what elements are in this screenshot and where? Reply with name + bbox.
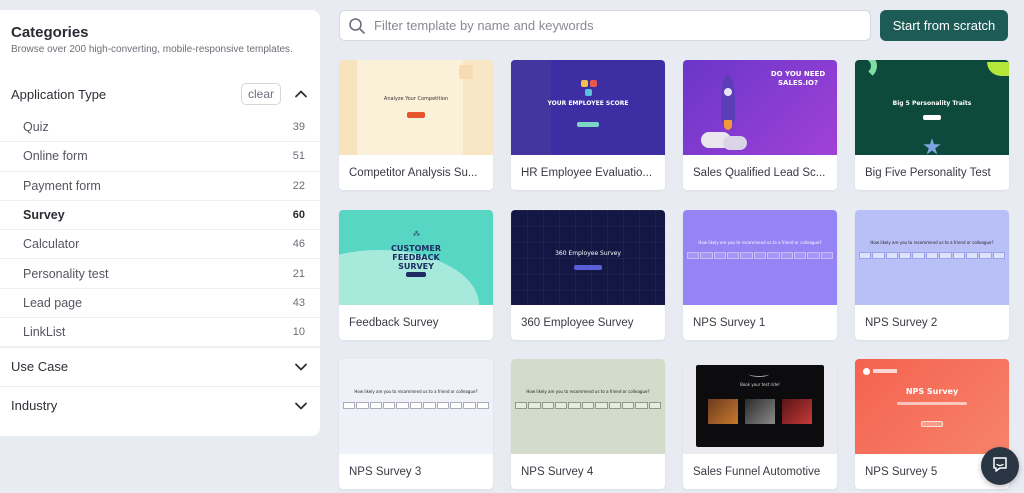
application-type-list: Quiz 39 Online form 51 Payment form 22 S… bbox=[0, 113, 320, 348]
template-card-sales-funnel-automotive[interactable]: Book your test ride! Sales Funnel Automo… bbox=[683, 359, 837, 489]
industry-label: Industry bbox=[11, 398, 58, 413]
template-card-competitor-analysis[interactable]: Analyze Your Competition Competitor Anal… bbox=[339, 60, 493, 190]
categories-sidebar: Categories Browse over 200 high-converti… bbox=[0, 10, 320, 436]
category-label: Quiz bbox=[23, 120, 49, 135]
chevron-down-icon[interactable] bbox=[293, 398, 309, 414]
thumbnail-heading: CUSTOMER FEEDBACK SURVEY bbox=[391, 244, 441, 271]
template-card-nps-survey-2[interactable]: How likely are you to recommend us to a … bbox=[855, 210, 1009, 340]
category-count: 46 bbox=[292, 238, 305, 251]
thumbnail-heading: DO YOU NEED SALES.IO? bbox=[770, 70, 826, 87]
template-thumbnail: How likely are you to recommend us to a … bbox=[855, 210, 1009, 305]
thumbnail-heading: How likely are you to recommend us to a … bbox=[354, 389, 478, 394]
category-item-calculator[interactable]: Calculator 46 bbox=[0, 230, 320, 260]
category-label: Calculator bbox=[23, 237, 80, 252]
category-count: 51 bbox=[292, 150, 305, 163]
template-thumbnail: How likely are you to recommend us to a … bbox=[683, 210, 837, 305]
use-case-label: Use Case bbox=[11, 359, 69, 374]
template-thumbnail: Big 5 Personality Traits bbox=[855, 60, 1009, 155]
thumbnail-heading: NPS Survey bbox=[905, 387, 959, 396]
thumbnail-heading: YOUR EMPLOYEE SCORE bbox=[547, 100, 629, 107]
sidebar-subtitle: Browse over 200 high-converting, mobile-… bbox=[11, 44, 293, 55]
template-card-nps-survey-4[interactable]: How likely are you to recommend us to a … bbox=[511, 359, 665, 489]
category-label: Survey bbox=[23, 208, 65, 223]
search-icon bbox=[348, 17, 366, 35]
template-card-hr-employee-evaluation[interactable]: YOUR EMPLOYEE SCORE HR Employee Evaluati… bbox=[511, 60, 665, 190]
template-title: NPS Survey 4 bbox=[521, 465, 594, 478]
template-thumbnail: NPS Survey bbox=[855, 359, 1009, 454]
template-title: Big Five Personality Test bbox=[865, 166, 991, 179]
category-item-personality-test[interactable]: Personality test 21 bbox=[0, 259, 320, 289]
template-thumbnail: Analyze Your Competition bbox=[339, 60, 493, 155]
template-title: Competitor Analysis Su... bbox=[349, 166, 478, 179]
template-card-nps-survey-3[interactable]: How likely are you to recommend us to a … bbox=[339, 359, 493, 489]
category-count: 10 bbox=[292, 326, 305, 339]
start-from-scratch-button[interactable]: Start from scratch bbox=[880, 10, 1008, 41]
template-thumbnail: How likely are you to recommend us to a … bbox=[511, 359, 665, 454]
template-thumbnail: Book your test ride! bbox=[683, 359, 837, 454]
category-count: 21 bbox=[292, 267, 305, 280]
use-case-header[interactable]: Use Case bbox=[0, 347, 320, 385]
thumbnail-heading: Big 5 Personality Traits bbox=[892, 100, 972, 107]
category-count: 22 bbox=[292, 179, 305, 192]
category-item-survey[interactable]: Survey 60 bbox=[0, 201, 320, 231]
application-type-label: Application Type bbox=[11, 86, 107, 102]
template-thumbnail: ⁂ CUSTOMER FEEDBACK SURVEY bbox=[339, 210, 493, 305]
template-title: Feedback Survey bbox=[349, 316, 439, 329]
template-thumbnail: YOUR EMPLOYEE SCORE bbox=[511, 60, 665, 155]
template-title: NPS Survey 2 bbox=[865, 316, 938, 329]
category-label: Lead page bbox=[23, 295, 83, 310]
template-thumbnail: DO YOU NEED SALES.IO? bbox=[683, 60, 837, 155]
template-card-nps-survey-1[interactable]: How likely are you to recommend us to a … bbox=[683, 210, 837, 340]
category-count: 43 bbox=[292, 296, 305, 309]
category-item-lead-page[interactable]: Lead page 43 bbox=[0, 289, 320, 319]
chat-launcher-button[interactable] bbox=[981, 447, 1019, 485]
search-input[interactable] bbox=[374, 18, 870, 33]
category-item-quiz[interactable]: Quiz 39 bbox=[0, 113, 320, 143]
search-bar bbox=[339, 10, 871, 41]
category-count: 60 bbox=[292, 209, 305, 222]
thumbnail-heading: How likely are you to recommend us to a … bbox=[526, 389, 650, 394]
category-label: Personality test bbox=[23, 266, 109, 281]
template-thumbnail: 360 Employee Survey bbox=[511, 210, 665, 305]
template-card-360-employee-survey[interactable]: 360 Employee Survey 360 Employee Survey bbox=[511, 210, 665, 340]
category-item-linklist[interactable]: LinkList 10 bbox=[0, 318, 320, 348]
template-card-sales-qualified-lead[interactable]: DO YOU NEED SALES.IO? Sales Qualified Le… bbox=[683, 60, 837, 190]
thumbnail-heading: 360 Employee Survey bbox=[555, 250, 621, 257]
template-title: Sales Qualified Lead Sc... bbox=[693, 166, 826, 179]
category-count: 39 bbox=[292, 121, 305, 134]
template-title: 360 Employee Survey bbox=[521, 316, 634, 329]
category-item-payment-form[interactable]: Payment form 22 bbox=[0, 172, 320, 201]
template-title: HR Employee Evaluatio... bbox=[521, 166, 653, 179]
thumbnail-heading: How likely are you to recommend us to a … bbox=[870, 240, 994, 245]
chevron-up-icon[interactable] bbox=[293, 86, 309, 102]
template-card-feedback-survey[interactable]: ⁂ CUSTOMER FEEDBACK SURVEY Feedback Surv… bbox=[339, 210, 493, 340]
application-type-header[interactable]: Application Type clear bbox=[0, 75, 320, 113]
sidebar-title: Categories bbox=[11, 24, 89, 41]
industry-header[interactable]: Industry bbox=[0, 386, 320, 424]
thumbnail-heading: Analyze Your Competition bbox=[383, 96, 449, 102]
template-thumbnail: How likely are you to recommend us to a … bbox=[339, 359, 493, 454]
template-title: Sales Funnel Automotive bbox=[693, 465, 821, 478]
chat-icon bbox=[991, 455, 1009, 478]
category-label: Online form bbox=[23, 149, 88, 164]
template-title: NPS Survey 3 bbox=[349, 465, 422, 478]
template-title: NPS Survey 1 bbox=[693, 316, 766, 329]
thumbnail-heading: How likely are you to recommend us to a … bbox=[698, 240, 822, 245]
template-card-big-five-personality[interactable]: Big 5 Personality Traits Big Five Person… bbox=[855, 60, 1009, 190]
clear-button[interactable]: clear bbox=[240, 83, 281, 105]
category-label: Payment form bbox=[23, 178, 101, 193]
category-label: LinkList bbox=[23, 325, 66, 340]
thumbnail-heading: Book your test ride! bbox=[740, 382, 780, 387]
chevron-down-icon[interactable] bbox=[293, 359, 309, 375]
category-item-online-form[interactable]: Online form 51 bbox=[0, 142, 320, 172]
